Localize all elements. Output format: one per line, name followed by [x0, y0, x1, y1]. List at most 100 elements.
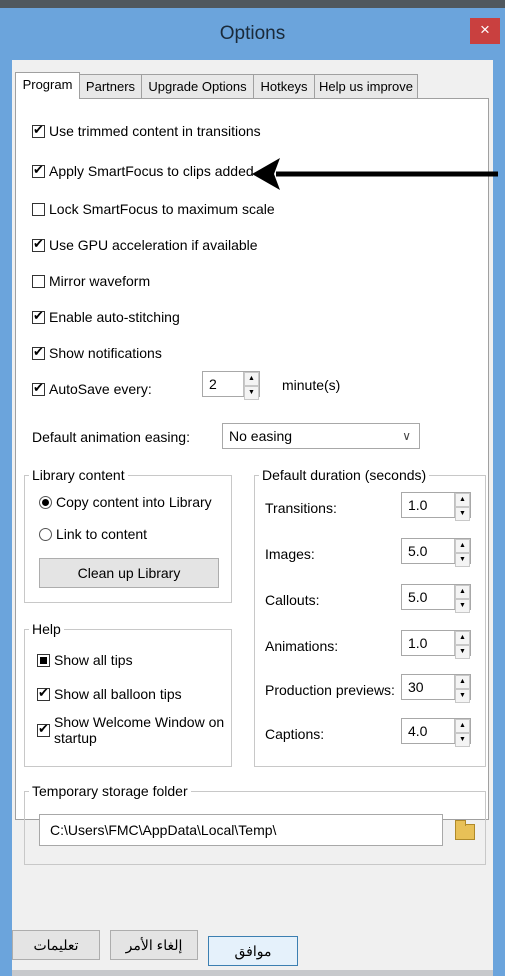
- spin-down-icon[interactable]: ▼: [455, 733, 470, 747]
- clean-up-library-button[interactable]: Clean up Library: [39, 558, 219, 588]
- ok-button[interactable]: موافق: [208, 936, 298, 966]
- duration-stepper-transitions[interactable]: 1.0 ▲ ▼: [401, 492, 471, 521]
- spin-up-icon[interactable]: ▲: [455, 719, 470, 733]
- spin-down-icon[interactable]: ▼: [455, 689, 470, 703]
- window-border-right: [493, 60, 505, 976]
- easing-dropdown[interactable]: No easing ∨: [222, 423, 420, 449]
- checkbox[interactable]: [32, 122, 45, 138]
- option-label: Enable auto-stitching: [49, 309, 180, 325]
- radio-label: Copy content into Library: [56, 494, 212, 510]
- checkbox[interactable]: [32, 380, 45, 396]
- duration-legend: Default duration (seconds): [259, 467, 430, 483]
- spin-up-icon[interactable]: ▲: [455, 585, 470, 599]
- checkbox[interactable]: [37, 685, 50, 701]
- spin-up-icon[interactable]: ▲: [455, 675, 470, 689]
- radio-button[interactable]: [39, 527, 52, 541]
- tab-partners[interactable]: Partners: [79, 74, 142, 98]
- option-label: Show all balloon tips: [54, 686, 182, 702]
- autosave-unit: minute(s): [282, 377, 341, 393]
- tab-help-us-improve[interactable]: Help us improve: [314, 74, 418, 98]
- option-autosave[interactable]: AutoSave every:: [32, 380, 152, 397]
- temp-legend: Temporary storage folder: [29, 783, 191, 799]
- option-show-all-tips[interactable]: Show all tips: [37, 652, 133, 668]
- option-label: Apply SmartFocus to clips added: [49, 163, 254, 179]
- option-mirror-waveform[interactable]: Mirror waveform: [32, 273, 150, 289]
- chevron-down-icon: ∨: [402, 429, 411, 443]
- spin-down-icon[interactable]: ▼: [244, 386, 259, 400]
- title-bar: Options ×: [0, 8, 505, 60]
- stepper-value[interactable]: 30: [402, 675, 454, 699]
- temp-folder-input[interactable]: C:\Users\FMC\AppData\Local\Temp\: [39, 814, 443, 846]
- autosave-minutes-stepper[interactable]: 2 ▲ ▼: [202, 371, 260, 400]
- easing-value: No easing: [229, 428, 293, 444]
- stepper-value[interactable]: 5.0: [402, 539, 454, 563]
- spin-up-icon[interactable]: ▲: [455, 539, 470, 553]
- option-label: Show notifications: [49, 345, 162, 361]
- option-label: Use GPU acceleration if available: [49, 237, 258, 253]
- folder-icon[interactable]: [455, 820, 475, 840]
- checkbox[interactable]: [32, 308, 45, 324]
- cancel-button[interactable]: إلغاء الأمر: [110, 930, 198, 960]
- option-auto-stitching[interactable]: Enable auto-stitching: [32, 308, 180, 325]
- spin-up-icon[interactable]: ▲: [244, 372, 259, 386]
- option-show-notifications[interactable]: Show notifications: [32, 344, 162, 361]
- duration-label-transitions: Transitions:: [265, 500, 337, 516]
- checkbox[interactable]: [32, 274, 45, 288]
- radio-label: Link to content: [56, 526, 148, 542]
- spin-up-icon[interactable]: ▲: [455, 493, 470, 507]
- window-border-left: [0, 60, 12, 976]
- stepper-value[interactable]: 2: [203, 372, 243, 396]
- easing-label: Default animation easing:: [32, 429, 190, 445]
- tab-program[interactable]: Program: [15, 72, 80, 99]
- spin-down-icon[interactable]: ▼: [455, 507, 470, 521]
- checkbox[interactable]: [37, 721, 50, 737]
- taskbar-strip: [0, 0, 505, 8]
- option-lock-smartfocus[interactable]: Lock SmartFocus to maximum scale: [32, 201, 275, 217]
- option-label: Show all tips: [54, 652, 133, 668]
- duration-label-production-previews: Production previews:: [265, 682, 395, 698]
- stepper-value[interactable]: 4.0: [402, 719, 454, 743]
- spin-down-icon[interactable]: ▼: [455, 645, 470, 659]
- option-apply-smartfocus[interactable]: Apply SmartFocus to clips added: [32, 162, 254, 179]
- option-label: Use trimmed content in transitions: [49, 123, 261, 139]
- option-label: Mirror waveform: [49, 273, 151, 289]
- option-show-balloon-tips[interactable]: Show all balloon tips: [37, 685, 182, 702]
- duration-label-animations: Animations:: [265, 638, 339, 654]
- close-icon[interactable]: ×: [470, 18, 500, 44]
- tab-hotkeys[interactable]: Hotkeys: [253, 74, 315, 98]
- duration-label-callouts: Callouts:: [265, 592, 320, 608]
- checkbox[interactable]: [37, 653, 50, 667]
- duration-label-captions: Captions:: [265, 726, 325, 742]
- option-trimmed-content[interactable]: Use trimmed content in transitions: [32, 122, 261, 139]
- option-label-line2: startup: [54, 730, 97, 746]
- window-title: Options: [219, 23, 286, 44]
- stepper-value[interactable]: 5.0: [402, 585, 454, 609]
- spin-down-icon[interactable]: ▼: [455, 553, 470, 567]
- option-show-welcome[interactable]: Show Welcome Window on startup: [37, 714, 224, 746]
- spin-up-icon[interactable]: ▲: [455, 631, 470, 645]
- stepper-value[interactable]: 1.0: [402, 631, 454, 655]
- duration-stepper-images[interactable]: 5.0 ▲ ▼: [401, 538, 471, 567]
- duration-stepper-animations[interactable]: 1.0 ▲ ▼: [401, 630, 471, 659]
- stepper-value[interactable]: 1.0: [402, 493, 454, 517]
- checkbox[interactable]: [32, 202, 45, 216]
- duration-stepper-captions[interactable]: 4.0 ▲ ▼: [401, 718, 471, 747]
- checkbox[interactable]: [32, 344, 45, 360]
- spin-down-icon[interactable]: ▼: [455, 599, 470, 613]
- arrow-left-icon: [252, 158, 498, 190]
- tab-upgrade-options[interactable]: Upgrade Options: [141, 74, 254, 98]
- checkbox[interactable]: [32, 236, 45, 252]
- help-legend: Help: [29, 621, 64, 637]
- duration-stepper-callouts[interactable]: 5.0 ▲ ▼: [401, 584, 471, 613]
- checkbox[interactable]: [32, 162, 45, 178]
- library-content-group: Library content Copy content into Librar…: [24, 467, 232, 603]
- help-group: Help Show all tips Show all balloon tips…: [24, 621, 232, 767]
- help-button[interactable]: تعليمات: [12, 930, 100, 960]
- radio-copy-content[interactable]: Copy content into Library: [39, 494, 212, 510]
- option-label-line1: Show Welcome Window on: [54, 714, 225, 730]
- program-panel: Use trimmed content in transitions Apply…: [15, 98, 489, 865]
- radio-link-content[interactable]: Link to content: [39, 526, 147, 542]
- radio-button[interactable]: [39, 495, 52, 509]
- option-gpu-acceleration[interactable]: Use GPU acceleration if available: [32, 236, 258, 253]
- duration-stepper-production-previews[interactable]: 30 ▲ ▼: [401, 674, 471, 703]
